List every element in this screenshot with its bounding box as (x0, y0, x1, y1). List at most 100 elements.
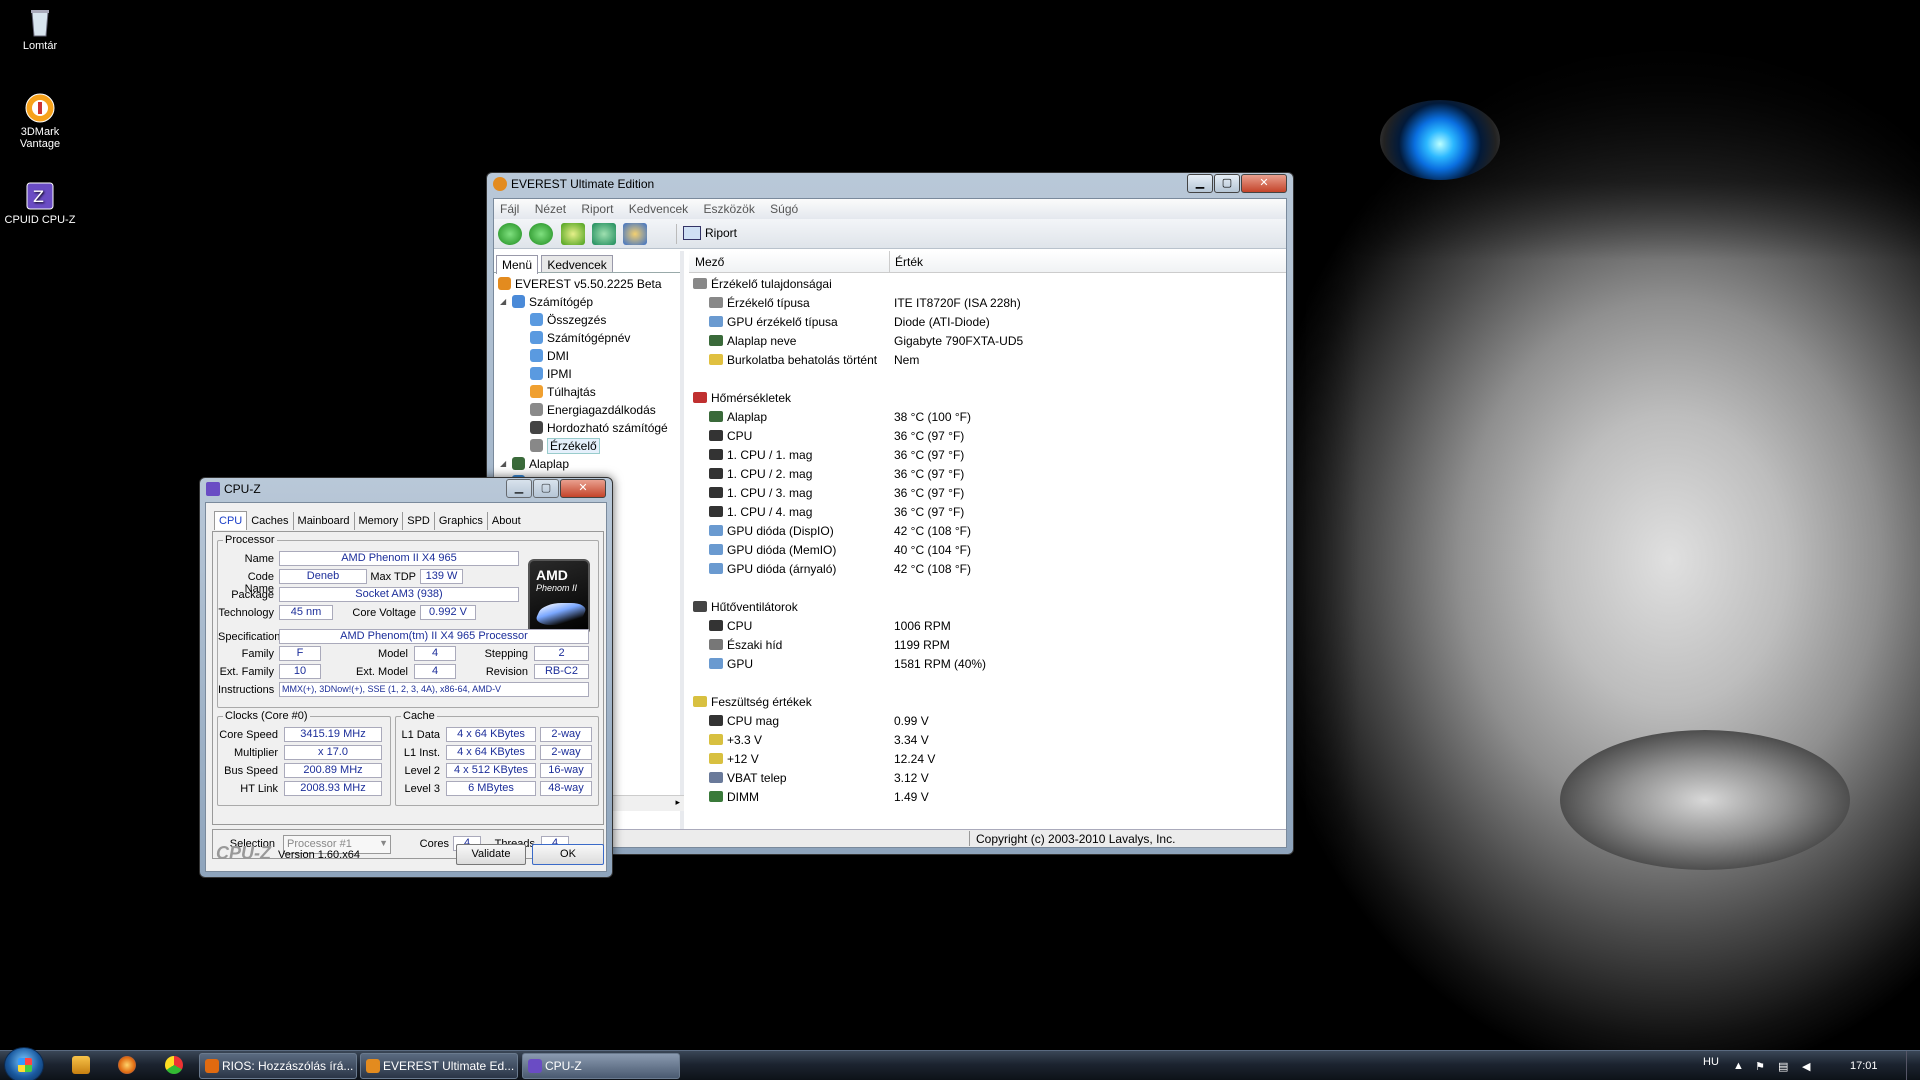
report-button[interactable]: Riport (676, 224, 743, 244)
language-indicator[interactable]: HU (1703, 1056, 1719, 1068)
tree-item[interactable]: ◢ Számítógép (498, 293, 680, 311)
up-folder-icon[interactable] (560, 223, 585, 245)
horizontal-scrollbar[interactable]: ▸ (608, 795, 684, 811)
menu-help[interactable]: Súgó (770, 202, 798, 216)
flag-icon[interactable]: ⚑ (1755, 1060, 1767, 1073)
tree-item[interactable]: Összegzés (498, 311, 680, 329)
field-cell: CPU mag (709, 714, 779, 728)
clock[interactable]: 17:01 (1850, 1060, 1878, 1072)
menu-tools[interactable]: Eszközök (703, 202, 754, 216)
column-value[interactable]: Érték (895, 255, 923, 269)
firefox-icon[interactable] (118, 1056, 136, 1074)
sensor-row[interactable]: Északi híd 1199 RPM (689, 638, 1286, 657)
sensor-row[interactable]: CPU 1006 RPM (689, 619, 1286, 638)
users-icon[interactable] (623, 223, 648, 245)
ok-button[interactable]: OK (532, 844, 604, 865)
menu-report[interactable]: Riport (581, 202, 613, 216)
section-header[interactable]: Érzékelő tulajdonságai (689, 277, 1286, 296)
start-button[interactable] (4, 1047, 44, 1080)
close-button[interactable]: ✕ (560, 479, 606, 498)
tree-item[interactable]: DMI (498, 347, 680, 365)
maximize-button[interactable]: ▢ (533, 479, 559, 498)
section-title: Feszültség értékek (711, 695, 812, 709)
sensor-row[interactable]: 1. CPU / 3. mag 36 °C (97 °F) (689, 486, 1286, 505)
sensor-row[interactable]: GPU érzékelő típusa Diode (ATI-Diode) (689, 315, 1286, 334)
tab-memory[interactable]: Memory (355, 512, 404, 530)
sensor-row[interactable]: +12 V 12.24 V (689, 752, 1286, 771)
sensor-row[interactable]: Érzékelő típusa ITE IT8720F (ISA 228h) (689, 296, 1286, 315)
tree-item[interactable]: Hordozható számítógé (498, 419, 680, 437)
maximize-button[interactable]: ▢ (1214, 174, 1240, 193)
sensor-row[interactable]: GPU dióda (MemIO) 40 °C (104 °F) (689, 543, 1286, 562)
menu-view[interactable]: Nézet (535, 202, 566, 216)
sensor-row[interactable]: GPU dióda (árnyaló) 42 °C (108 °F) (689, 562, 1286, 581)
sensor-row[interactable]: CPU 36 °C (97 °F) (689, 429, 1286, 448)
validate-button[interactable]: Validate (456, 844, 526, 865)
media-player-icon[interactable] (72, 1056, 90, 1074)
htlink-label: HT Link (240, 783, 278, 795)
tab-mainboard[interactable]: Mainboard (294, 512, 355, 530)
sensor-row[interactable]: GPU dióda (DispIO) 42 °C (108 °F) (689, 524, 1286, 543)
wallpaper-lips (1560, 730, 1850, 870)
logo-line: Phenom II (536, 583, 578, 593)
sensor-row[interactable]: 1. CPU / 4. mag 36 °C (97 °F) (689, 505, 1286, 524)
menu-file[interactable]: Fájl (500, 202, 519, 216)
sensor-row[interactable]: Alaplap 38 °C (100 °F) (689, 410, 1286, 429)
tree-item[interactable]: ◢ Alaplap (498, 455, 680, 473)
show-desktop-button[interactable] (1906, 1051, 1920, 1080)
column-field[interactable]: Mező (695, 255, 724, 269)
tree-expander-icon[interactable]: ◢ (500, 455, 506, 473)
section-header[interactable]: Hőmérsékletek (689, 391, 1286, 410)
tree-item[interactable]: EVEREST v5.50.2225 Beta (498, 275, 680, 293)
tab-favorites[interactable]: Kedvencek (541, 255, 613, 272)
tree-item[interactable]: Túlhajtás (498, 383, 680, 401)
menu-favorites[interactable]: Kedvencek (629, 202, 688, 216)
desktop-icon-3dmark[interactable]: 3DMark Vantage (0, 92, 80, 150)
tab-graphics[interactable]: Graphics (435, 512, 488, 530)
sensor-row[interactable]: Burkolatba behatolás történt Nem (689, 353, 1286, 372)
forward-arrow-icon[interactable] (529, 223, 554, 245)
desktop-icon-cpuz[interactable]: Z CPUID CPU-Z (0, 180, 80, 226)
tab-about[interactable]: About (488, 512, 525, 530)
back-arrow-icon[interactable] (498, 223, 522, 245)
taskbar-button[interactable]: RIOS: Hozzászólás írá... (199, 1053, 357, 1079)
sensor-row[interactable]: GPU 1581 RPM (40%) (689, 657, 1286, 676)
tree-item[interactable]: Számítógépnév (498, 329, 680, 347)
field-cell: CPU (709, 429, 752, 443)
tab-cpu[interactable]: CPU (214, 511, 248, 530)
tree-item[interactable]: IPMI (498, 365, 680, 383)
chrome-icon[interactable] (165, 1056, 183, 1074)
sensor-row[interactable]: VBAT telep 3.12 V (689, 771, 1286, 790)
sensor-row[interactable]: +3.3 V 3.34 V (689, 733, 1286, 752)
tab-menu[interactable]: Menü (496, 255, 539, 274)
field-label: 1. CPU / 1. mag (727, 448, 813, 462)
show-hidden-icons-icon[interactable]: ▲ (1733, 1060, 1745, 1072)
sensor-row[interactable]: DIMM 1.49 V (689, 790, 1286, 809)
network-icon[interactable]: ▤ (1778, 1060, 1790, 1073)
tab-caches[interactable]: Caches (247, 512, 294, 530)
minimize-button[interactable]: ▁ (1187, 174, 1213, 193)
sensor-row[interactable]: 1. CPU / 1. mag 36 °C (97 °F) (689, 448, 1286, 467)
cpuz-logo: CPU-Z (216, 843, 271, 863)
desktop-icon-recycle-bin[interactable]: Lomtár (0, 6, 80, 52)
everest-titlebar[interactable]: EVEREST Ultimate Edition ▁ ▢ ✕ (487, 173, 1293, 195)
value-cell: 36 °C (97 °F) (894, 486, 965, 500)
close-button[interactable]: ✕ (1241, 174, 1287, 193)
tree-expander-icon[interactable]: ◢ (500, 293, 506, 311)
cache-level-label: L1 Inst. (403, 747, 440, 759)
section-header[interactable]: Feszültség értékek (689, 695, 1286, 714)
sensor-row[interactable]: CPU mag 0.99 V (689, 714, 1286, 733)
voltage-icon (693, 696, 707, 707)
refresh-icon[interactable] (592, 223, 617, 245)
cpuz-titlebar[interactable]: CPU-Z ▁ ▢ ✕ (200, 478, 612, 500)
sensor-row[interactable]: Alaplap neve Gigabyte 790FXTA-UD5 (689, 334, 1286, 353)
tree-item[interactable]: Érzékelő (498, 437, 680, 455)
sensor-row[interactable]: 1. CPU / 2. mag 36 °C (97 °F) (689, 467, 1286, 486)
tree-item[interactable]: Energiagazdálkodás (498, 401, 680, 419)
taskbar-button[interactable]: EVEREST Ultimate Ed... (360, 1053, 518, 1079)
taskbar-button[interactable]: CPU-Z (522, 1053, 680, 1079)
volume-icon[interactable]: ◀ (1802, 1060, 1814, 1073)
section-header[interactable]: Hűtőventilátorok (689, 600, 1286, 619)
tab-spd[interactable]: SPD (403, 512, 435, 530)
minimize-button[interactable]: ▁ (506, 479, 532, 498)
